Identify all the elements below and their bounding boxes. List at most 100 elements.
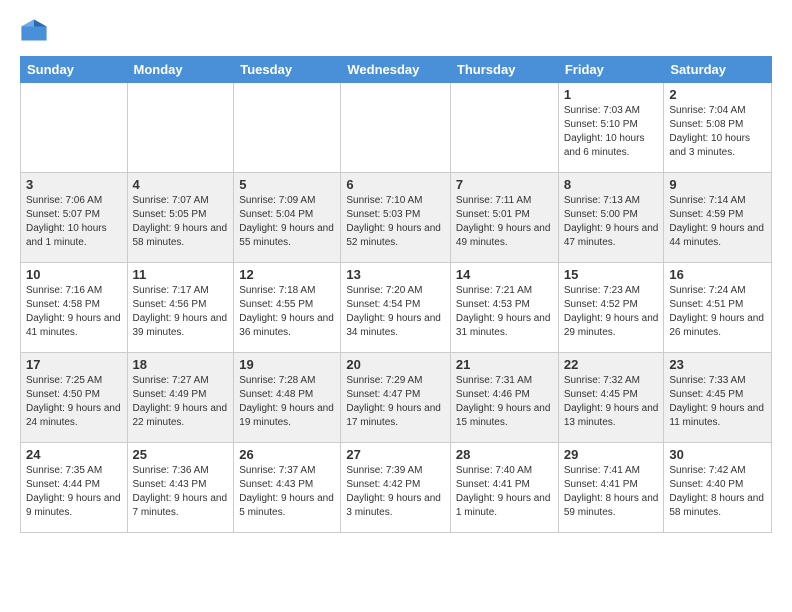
day-cell: 27 Sunrise: 7:39 AM Sunset: 4:42 PM Dayli… (341, 443, 451, 533)
day-cell: 28Sunrise: 7:40 AM Sunset: 4:41 PM Dayli… (450, 443, 558, 533)
calendar-table: SundayMondayTuesdayWednesdayThursdayFrid… (20, 56, 772, 533)
day-cell: 21 Sunrise: 7:31 AM Sunset: 4:46 PM Dayli… (450, 353, 558, 443)
day-info: Sunrise: 7:27 AM Sunset: 4:49 PM Dayligh… (133, 374, 229, 430)
day-cell: 16 Sunrise: 7:24 AM Sunset: 4:51 PM Dayli… (664, 263, 772, 353)
day-number: 14 (456, 267, 553, 282)
day-cell: 22 Sunrise: 7:32 AM Sunset: 4:45 PM Dayli… (558, 353, 664, 443)
day-info: Sunrise: 7:42 AM Sunset: 4:40 PM Dayligh… (669, 464, 766, 520)
day-cell: 30 Sunrise: 7:42 AM Sunset: 4:40 PM Dayli… (664, 443, 772, 533)
day-number: 27 (346, 447, 445, 462)
day-info: Sunrise: 7:36 AM Sunset: 4:43 PM Dayligh… (133, 464, 229, 520)
day-number: 24 (26, 447, 122, 462)
day-number: 15 (564, 267, 659, 282)
day-number: 30 (669, 447, 766, 462)
day-number: 11 (133, 267, 229, 282)
logo-icon (20, 16, 48, 44)
day-info: Sunrise: 7:14 AM Sunset: 4:59 PM Dayligh… (669, 194, 766, 250)
day-cell: 29 Sunrise: 7:41 AM Sunset: 4:41 PM Dayli… (558, 443, 664, 533)
day-info: Sunrise: 7:06 AM Sunset: 5:07 PM Dayligh… (26, 194, 122, 250)
day-cell: 12 Sunrise: 7:18 AM Sunset: 4:55 PM Dayli… (234, 263, 341, 353)
day-number: 9 (669, 177, 766, 192)
day-cell: 10 Sunrise: 7:16 AM Sunset: 4:58 PM Dayli… (21, 263, 128, 353)
day-cell (341, 83, 451, 173)
day-cell: 2 Sunrise: 7:04 AM Sunset: 5:08 PM Daylig… (664, 83, 772, 173)
day-info: Sunrise: 7:21 AM Sunset: 4:53 PM Dayligh… (456, 284, 553, 340)
day-info: Sunrise: 7:35 AM Sunset: 4:44 PM Dayligh… (26, 464, 122, 520)
day-cell: 18 Sunrise: 7:27 AM Sunset: 4:49 PM Dayli… (127, 353, 234, 443)
day-number: 18 (133, 357, 229, 372)
weekday-header-wednesday: Wednesday (341, 57, 451, 83)
day-number: 25 (133, 447, 229, 462)
day-number: 5 (239, 177, 335, 192)
week-row-4: 17 Sunrise: 7:25 AM Sunset: 4:50 PM Dayli… (21, 353, 772, 443)
day-cell: 9 Sunrise: 7:14 AM Sunset: 4:59 PM Daylig… (664, 173, 772, 263)
day-cell: 11Sunrise: 7:17 AM Sunset: 4:56 PM Dayli… (127, 263, 234, 353)
day-number: 4 (133, 177, 229, 192)
day-info: Sunrise: 7:20 AM Sunset: 4:54 PM Dayligh… (346, 284, 445, 340)
day-info: Sunrise: 7:09 AM Sunset: 5:04 PM Dayligh… (239, 194, 335, 250)
day-cell: 15Sunrise: 7:23 AM Sunset: 4:52 PM Dayli… (558, 263, 664, 353)
day-number: 1 (564, 87, 659, 102)
day-info: Sunrise: 7:31 AM Sunset: 4:46 PM Dayligh… (456, 374, 553, 430)
day-cell: 26 Sunrise: 7:37 AM Sunset: 4:43 PM Dayli… (234, 443, 341, 533)
day-number: 29 (564, 447, 659, 462)
day-info: Sunrise: 7:28 AM Sunset: 4:48 PM Dayligh… (239, 374, 335, 430)
day-cell: 8Sunrise: 7:13 AM Sunset: 5:00 PM Daylig… (558, 173, 664, 263)
day-cell: 7 Sunrise: 7:11 AM Sunset: 5:01 PM Daylig… (450, 173, 558, 263)
day-cell (234, 83, 341, 173)
day-cell: 1 Sunrise: 7:03 AM Sunset: 5:10 PM Daylig… (558, 83, 664, 173)
day-number: 22 (564, 357, 659, 372)
day-cell: 14 Sunrise: 7:21 AM Sunset: 4:53 PM Dayli… (450, 263, 558, 353)
day-info: Sunrise: 7:11 AM Sunset: 5:01 PM Dayligh… (456, 194, 553, 250)
day-info: Sunrise: 7:25 AM Sunset: 4:50 PM Dayligh… (26, 374, 122, 430)
day-info: Sunrise: 7:24 AM Sunset: 4:51 PM Dayligh… (669, 284, 766, 340)
weekday-header-sunday: Sunday (21, 57, 128, 83)
day-number: 20 (346, 357, 445, 372)
day-info: Sunrise: 7:32 AM Sunset: 4:45 PM Dayligh… (564, 374, 659, 430)
day-info: Sunrise: 7:04 AM Sunset: 5:08 PM Dayligh… (669, 104, 766, 160)
day-info: Sunrise: 7:41 AM Sunset: 4:41 PM Dayligh… (564, 464, 659, 520)
day-number: 3 (26, 177, 122, 192)
day-number: 2 (669, 87, 766, 102)
weekday-header-saturday: Saturday (664, 57, 772, 83)
day-info: Sunrise: 7:10 AM Sunset: 5:03 PM Dayligh… (346, 194, 445, 250)
day-cell: 5 Sunrise: 7:09 AM Sunset: 5:04 PM Daylig… (234, 173, 341, 263)
day-cell (21, 83, 128, 173)
weekday-header-friday: Friday (558, 57, 664, 83)
weekday-header-tuesday: Tuesday (234, 57, 341, 83)
day-info: Sunrise: 7:03 AM Sunset: 5:10 PM Dayligh… (564, 104, 659, 160)
day-info: Sunrise: 7:40 AM Sunset: 4:41 PM Dayligh… (456, 464, 553, 520)
day-cell: 4 Sunrise: 7:07 AM Sunset: 5:05 PM Daylig… (127, 173, 234, 263)
week-row-5: 24 Sunrise: 7:35 AM Sunset: 4:44 PM Dayli… (21, 443, 772, 533)
day-number: 17 (26, 357, 122, 372)
day-number: 8 (564, 177, 659, 192)
weekday-header-thursday: Thursday (450, 57, 558, 83)
day-info: Sunrise: 7:18 AM Sunset: 4:55 PM Dayligh… (239, 284, 335, 340)
day-number: 7 (456, 177, 553, 192)
day-number: 23 (669, 357, 766, 372)
day-number: 13 (346, 267, 445, 282)
day-cell: 23 Sunrise: 7:33 AM Sunset: 4:45 PM Dayli… (664, 353, 772, 443)
day-info: Sunrise: 7:07 AM Sunset: 5:05 PM Dayligh… (133, 194, 229, 250)
page-container: SundayMondayTuesdayWednesdayThursdayFrid… (0, 0, 792, 549)
day-number: 6 (346, 177, 445, 192)
day-cell: 13 Sunrise: 7:20 AM Sunset: 4:54 PM Dayli… (341, 263, 451, 353)
day-cell: 6 Sunrise: 7:10 AM Sunset: 5:03 PM Daylig… (341, 173, 451, 263)
day-cell: 3 Sunrise: 7:06 AM Sunset: 5:07 PM Daylig… (21, 173, 128, 263)
day-info: Sunrise: 7:39 AM Sunset: 4:42 PM Dayligh… (346, 464, 445, 520)
day-cell (127, 83, 234, 173)
day-info: Sunrise: 7:29 AM Sunset: 4:47 PM Dayligh… (346, 374, 445, 430)
day-info: Sunrise: 7:33 AM Sunset: 4:45 PM Dayligh… (669, 374, 766, 430)
day-info: Sunrise: 7:16 AM Sunset: 4:58 PM Dayligh… (26, 284, 122, 340)
day-cell: 24 Sunrise: 7:35 AM Sunset: 4:44 PM Dayli… (21, 443, 128, 533)
day-info: Sunrise: 7:37 AM Sunset: 4:43 PM Dayligh… (239, 464, 335, 520)
day-number: 16 (669, 267, 766, 282)
logo (20, 16, 52, 44)
day-number: 21 (456, 357, 553, 372)
day-number: 26 (239, 447, 335, 462)
week-row-1: 1 Sunrise: 7:03 AM Sunset: 5:10 PM Daylig… (21, 83, 772, 173)
weekday-header-monday: Monday (127, 57, 234, 83)
day-cell: 17 Sunrise: 7:25 AM Sunset: 4:50 PM Dayli… (21, 353, 128, 443)
day-number: 12 (239, 267, 335, 282)
day-number: 10 (26, 267, 122, 282)
